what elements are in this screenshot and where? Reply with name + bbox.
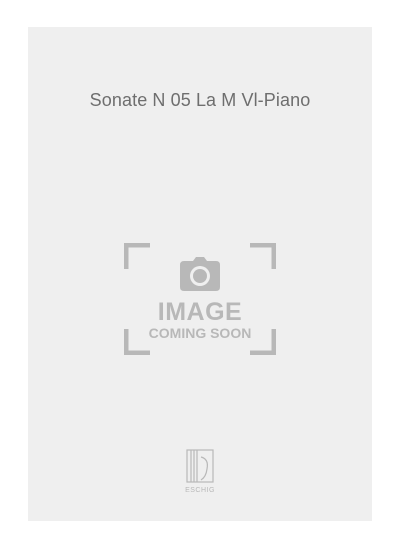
cover-image: Sonate N 05 La M Vl-Piano IMAGE COMING S… <box>28 27 372 521</box>
product-title: Sonate N 05 La M Vl-Piano <box>89 90 311 110</box>
svg-text:ESCHIG: ESCHIG <box>185 487 215 494</box>
camera-icon <box>180 257 220 291</box>
placeholder-subtitle: COMING SOON <box>148 325 252 341</box>
publisher-logo: ESCHIG <box>179 447 221 495</box>
image-coming-soon-placeholder: IMAGE COMING SOON <box>124 243 276 355</box>
placeholder-title: IMAGE <box>157 298 243 326</box>
